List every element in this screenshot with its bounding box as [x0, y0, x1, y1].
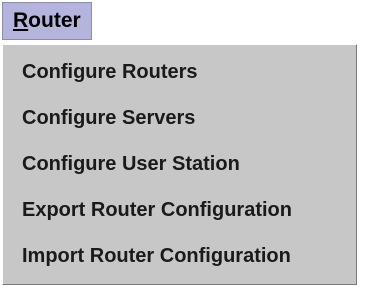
router-menu[interactable]: Router [2, 2, 92, 40]
menu-bar: Router [0, 0, 369, 44]
menu-item-configure-user-station[interactable]: Configure User Station [3, 141, 356, 187]
menu-item-import-router-configuration[interactable]: Import Router Configuration [3, 233, 356, 279]
menu-item-configure-servers[interactable]: Configure Servers [3, 95, 356, 141]
router-menu-label: outer [28, 9, 81, 32]
menu-item-export-router-configuration[interactable]: Export Router Configuration [3, 187, 356, 233]
router-menu-mnemonic: R [13, 9, 29, 32]
router-dropdown-menu: Configure Routers Configure Servers Conf… [2, 44, 357, 285]
menu-item-configure-routers[interactable]: Configure Routers [3, 49, 356, 95]
